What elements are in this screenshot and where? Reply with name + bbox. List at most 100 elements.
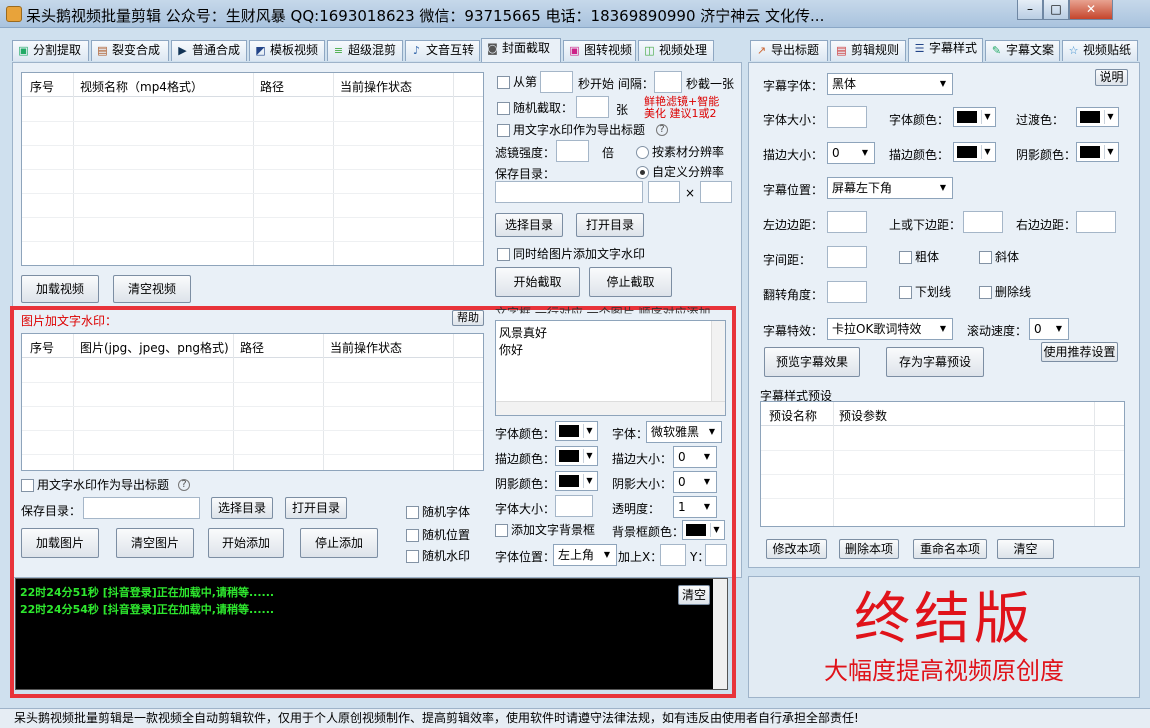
stop-capture-button[interactable]: 停止截取 — [589, 267, 672, 297]
load-video-button[interactable]: 加载视频 — [21, 275, 99, 303]
subtitle-shadow-color-picker[interactable]: ▼ — [1076, 142, 1119, 162]
wm-stroke-color-picker[interactable]: ▼ — [555, 446, 598, 466]
add-text-bg-checkbox[interactable]: 添加文字背景框 — [495, 523, 595, 539]
tab-edit-rules[interactable]: ▤ 剪辑规则 — [830, 40, 906, 61]
help-button[interactable]: 帮助 — [452, 310, 484, 326]
explain-button[interactable]: 说明 — [1095, 69, 1128, 86]
log-scrollbar[interactable] — [713, 579, 727, 689]
wm-choose-dir-button[interactable]: 选择目录 — [211, 497, 273, 519]
start-add-button[interactable]: 开始添加 — [208, 528, 284, 558]
interval-input[interactable] — [654, 71, 682, 93]
left-margin-input[interactable] — [827, 211, 867, 233]
random-watermark-checkbox[interactable]: 随机水印 — [406, 549, 470, 565]
load-image-button[interactable]: 加载图片 — [21, 528, 99, 558]
wm-shadow-size-select[interactable]: 0 ▼ — [673, 471, 717, 493]
scroll-speed-select[interactable]: 0 ▼ — [1029, 318, 1069, 340]
right-margin-input[interactable] — [1076, 211, 1116, 233]
height-input[interactable] — [700, 181, 732, 203]
maximize-button[interactable]: □ — [1043, 0, 1069, 20]
open-dir-button[interactable]: 打开目录 — [576, 213, 644, 237]
delete-preset-button[interactable]: 删除本项 — [839, 539, 899, 559]
help-icon[interactable]: ? — [178, 479, 190, 491]
subtitle-stroke-size-select[interactable]: 0 ▼ — [827, 142, 875, 164]
underline-checkbox[interactable]: 下划线 — [899, 285, 951, 301]
minimize-button[interactable]: – — [1017, 0, 1043, 20]
also-add-wm-checkbox[interactable]: 同时给图片添加文字水印 — [497, 247, 645, 263]
add-x-input[interactable] — [660, 544, 686, 566]
wm-shadow-color-picker[interactable]: ▼ — [555, 471, 598, 491]
wm-font-size-input[interactable] — [555, 495, 593, 517]
wm-opacity-select[interactable]: 1 ▼ — [673, 496, 717, 518]
wm-font-position-select[interactable]: 左上角 ▼ — [553, 544, 617, 566]
close-button[interactable]: ✕ — [1069, 0, 1113, 20]
tab-super-mix[interactable]: ≡ 超级混剪 — [327, 40, 403, 61]
modify-preset-button[interactable]: 修改本项 — [766, 539, 827, 559]
start-sec-input[interactable] — [540, 71, 573, 93]
image-list[interactable]: 序号 图片(jpg、jpeg、png格式) 路径 当前操作状态 — [21, 333, 484, 471]
clear-preset-button[interactable]: 清空 — [997, 539, 1054, 559]
random-font-checkbox[interactable]: 随机字体 — [406, 505, 470, 521]
save-preset-button[interactable]: 存为字幕预设 — [886, 347, 984, 377]
spacing-input[interactable] — [827, 246, 867, 268]
wm-stroke-size-select[interactable]: 0 ▼ — [673, 446, 717, 468]
subtitle-font-size-input[interactable] — [827, 106, 867, 128]
tab-fission-compose[interactable]: ▤ 裂变合成 — [91, 40, 169, 61]
tab-subtitle-copy[interactable]: ✎ 字幕文案 — [985, 40, 1060, 61]
horizontal-scrollbar[interactable] — [496, 401, 725, 415]
help-icon[interactable]: ? — [656, 124, 668, 136]
wm-font-color-picker[interactable]: ▼ — [555, 421, 598, 441]
subtitle-font-select[interactable]: 黑体 ▼ — [827, 73, 953, 95]
tab-cover-capture[interactable]: ◙ 封面截取 — [481, 38, 561, 62]
wm-font-select[interactable]: 微软雅黑 ▼ — [646, 421, 722, 443]
tab-text-audio[interactable]: ♪ 文音互转 — [405, 40, 480, 61]
vertical-scrollbar[interactable] — [711, 321, 725, 401]
transition-color-picker[interactable]: ▼ — [1076, 107, 1119, 127]
filter-strength-input[interactable] — [556, 140, 589, 162]
add-y-input[interactable] — [705, 544, 727, 566]
random-count-input[interactable] — [576, 96, 609, 118]
from-sec-checkbox[interactable]: 从第 — [497, 75, 537, 91]
log-console[interactable]: 22时24分51秒 [抖音登录]正在加载中,请稍等...... 22时24分54… — [15, 578, 728, 690]
subtitle-position-select[interactable]: 屏幕左下角 ▼ — [827, 177, 953, 199]
tab-normal-compose[interactable]: ▶ 普通合成 — [171, 40, 247, 61]
video-list[interactable]: 序号 视频名称（mp4格式） 路径 当前操作状态 — [21, 72, 484, 266]
width-input[interactable] — [648, 181, 680, 203]
tab-video-process[interactable]: ◫ 视频处理 — [638, 40, 714, 61]
effect-select[interactable]: 卡拉OK歌词特效 ▼ — [827, 318, 953, 340]
start-capture-button[interactable]: 开始截取 — [495, 267, 580, 297]
tb-margin-input[interactable] — [963, 211, 1003, 233]
watermark-text-box[interactable]: 风景真好 你好 — [495, 320, 726, 416]
strikethrough-checkbox[interactable]: 删除线 — [979, 285, 1031, 301]
tab-video-sticker[interactable]: ☆ 视频贴纸 — [1062, 40, 1138, 61]
wm-open-dir-button[interactable]: 打开目录 — [285, 497, 347, 519]
by-material-resolution-radio[interactable]: 按素材分辨率 — [636, 145, 724, 159]
tab-export-title[interactable]: ↗ 导出标题 — [750, 40, 828, 61]
italic-checkbox[interactable]: 斜体 — [979, 250, 1019, 266]
clear-image-button[interactable]: 清空图片 — [116, 528, 194, 558]
use-wm-as-title-checkbox[interactable]: 用文字水印作为导出标题 — [21, 478, 169, 494]
bg-color-picker[interactable]: ▼ — [682, 520, 725, 540]
tab-subtitle-style[interactable]: ☰ 字幕样式 — [908, 38, 983, 62]
tab-template-video[interactable]: ◩ 模板视频 — [249, 40, 325, 61]
save-dir-input[interactable] — [495, 181, 643, 203]
wm-save-dir-input[interactable] — [83, 497, 200, 519]
choose-dir-button[interactable]: 选择目录 — [495, 213, 563, 237]
bold-checkbox[interactable]: 粗体 — [899, 250, 939, 266]
process-icon: ◫ — [644, 44, 655, 57]
preset-list[interactable]: 预设名称 预设参数 — [760, 401, 1125, 527]
random-capture-checkbox[interactable]: 随机截取： — [497, 101, 573, 117]
subtitle-font-color-picker[interactable]: ▼ — [953, 107, 996, 127]
text-wm-as-title-checkbox[interactable]: 用文字水印作为导出标题 — [497, 123, 645, 139]
tab-split-extract[interactable]: ▣ 分割提取 — [12, 40, 89, 61]
rename-preset-button[interactable]: 重命名本项 — [913, 539, 987, 559]
preview-subtitle-button[interactable]: 预览字幕效果 — [764, 347, 860, 377]
clear-video-button[interactable]: 清空视频 — [113, 275, 191, 303]
rotate-input[interactable] — [827, 281, 867, 303]
subtitle-stroke-color-picker[interactable]: ▼ — [953, 142, 996, 162]
tab-image-to-video[interactable]: ▣ 图转视频 — [563, 40, 636, 61]
use-recommended-button[interactable]: 使用推荐设置 — [1041, 342, 1118, 362]
stop-add-button[interactable]: 停止添加 — [300, 528, 378, 558]
custom-resolution-radio[interactable]: 自定义分辨率 — [636, 165, 724, 179]
clear-log-button[interactable]: 清空 — [678, 585, 710, 605]
random-position-checkbox[interactable]: 随机位置 — [406, 528, 470, 544]
